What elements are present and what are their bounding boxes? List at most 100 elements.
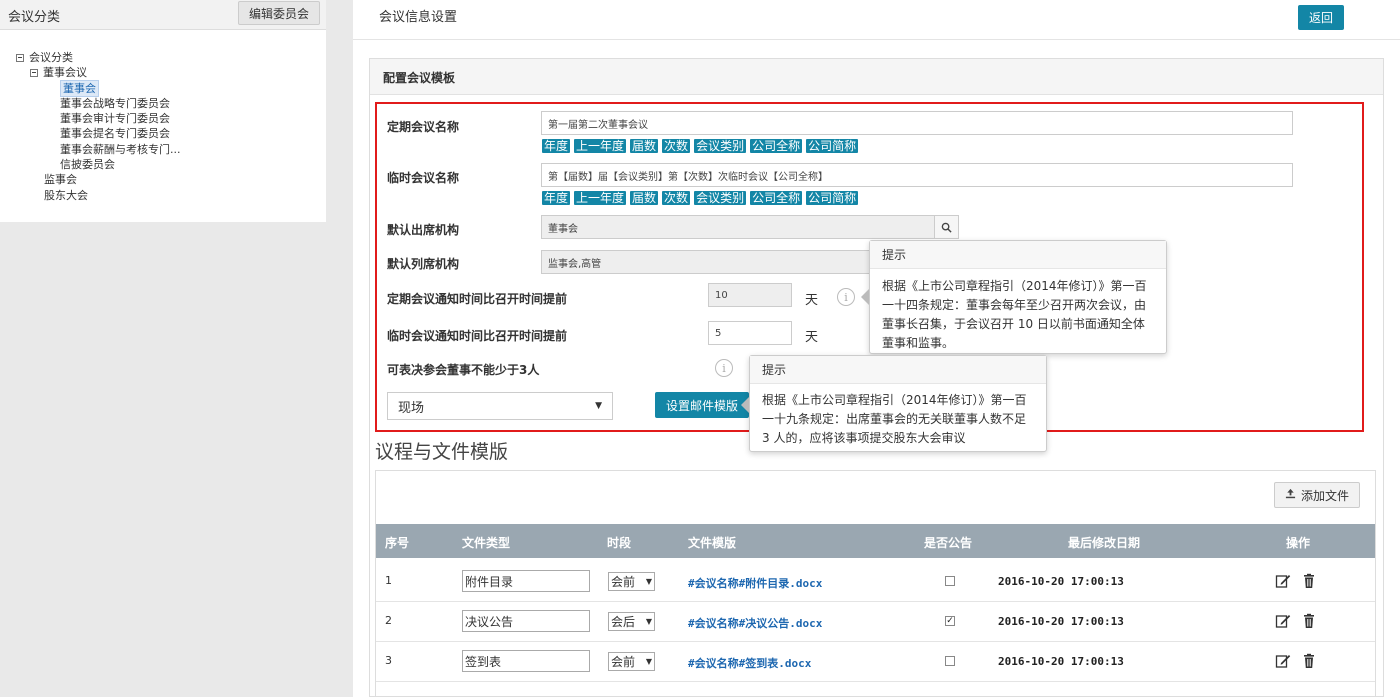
category-panel-title: 会议分类 [8,10,61,25]
tooltip-arrow [861,289,869,305]
edit-committee-button[interactable]: 编辑委员会 [238,1,320,25]
temp-name-input[interactable]: 第【届数】届【会议类别】第【次数】次临时会议【公司全称】 [541,163,1293,187]
tag-company-full[interactable]: 公司全称 [750,139,803,153]
day-unit: 天 [805,330,819,345]
default-observer-input[interactable]: 监事会,高管 [541,250,871,274]
tooltip-title: 提示 [750,356,1046,384]
tooltip-text: 根据《上市公司章程指引（2014年修订）》第一百一十九条规定：出席董事会的无关联… [762,393,1027,445]
tooltip-title: 提示 [870,241,1166,269]
col-no: 序号 [385,536,410,550]
tooltip-text: 根据《上市公司章程指引（2014年修订）》第一百一十四条规定：董事会每年至少召开… [882,279,1147,350]
category-panel: 会议分类 编辑委员会 会议分类 董事会议 董事会 董事会战略专门委员会 董事会审… [0,0,326,222]
tag-meeting-type[interactable]: 会议类别 [694,139,747,153]
announce-checkbox[interactable] [945,576,955,586]
temp-name-tags: 年度 上一年度 届数 次数 会议类别 公司全称 公司简称 [542,191,859,205]
edit-icon[interactable] [1275,613,1291,629]
tree-node-board[interactable]: 董事会议 [16,65,181,80]
category-panel-header: 会议分类 编辑委员会 [0,0,326,30]
file-type-input[interactable]: 附件目录 [462,570,590,592]
tag-year[interactable]: 年度 [542,139,571,153]
tooltip-arrow [741,397,749,413]
tag-company-full[interactable]: 公司全称 [750,191,803,205]
quorum-label: 可表决参会董事不能少于3人 [387,363,540,377]
day-unit: 天 [805,293,819,308]
caret-down-icon: ▼ [645,617,652,626]
tag-meeting-type[interactable]: 会议类别 [694,191,747,205]
announce-checkbox[interactable] [945,656,955,666]
tag-last-year[interactable]: 上一年度 [574,139,627,153]
tree-node-board-main[interactable]: 董事会 [16,79,181,97]
col-type: 文件类型 [462,536,511,550]
period-select[interactable]: 会前 ▼ [608,572,655,591]
announce-checkbox[interactable]: ✓ [945,616,955,626]
col-actions: 操作 [1286,536,1311,550]
table-row: 2 决议公告 会后 ▼ #会议名称#决议公告.docx ✓ 2016-10-20… [376,602,1375,642]
trash-icon[interactable] [1301,613,1317,629]
tree-node-nomination[interactable]: 董事会提名专门委员会 [16,126,181,141]
modified-date: 2016-10-20 17:00:13 [998,575,1124,588]
files-table-box: 添加文件 序号 文件类型 时段 文件模版 是否公告 最后修改日期 操作 1 附件… [375,470,1376,697]
tree-node-root[interactable]: 会议分类 [16,50,181,65]
file-type-input[interactable]: 签到表 [462,650,590,672]
tag-year[interactable]: 年度 [542,191,571,205]
template-link[interactable]: #会议名称#决议公告.docx [688,615,822,631]
template-link[interactable]: #会议名称#附件目录.docx [688,575,822,591]
edit-icon[interactable] [1275,573,1291,589]
temp-name-label: 临时会议名称 [387,171,460,185]
default-attend-label: 默认出席机构 [387,223,460,237]
regular-name-input[interactable]: 第一届第二次董事会议 [541,111,1293,135]
trash-icon[interactable] [1301,653,1317,669]
row-no: 1 [385,574,392,587]
search-icon[interactable] [935,215,959,239]
trash-icon[interactable] [1301,573,1317,589]
row-no: 2 [385,614,392,627]
collapse-icon[interactable] [30,68,38,77]
tag-session[interactable]: 届数 [630,139,659,153]
row-no: 3 [385,654,392,667]
edit-icon[interactable] [1275,653,1291,669]
caret-down-icon: ▼ [595,401,602,411]
temp-notice-input[interactable]: 5 [708,321,792,345]
period-select[interactable]: 会前 ▼ [608,652,655,671]
tree-node-disclosure[interactable]: 信披委员会 [16,157,181,172]
caret-down-icon: ▼ [645,657,652,666]
page-title: 会议信息设置 [379,10,458,25]
tree-node-shareholders[interactable]: 股东大会 [16,188,181,203]
modified-date: 2016-10-20 17:00:13 [998,655,1124,668]
category-tree: 会议分类 董事会议 董事会 董事会战略专门委员会 董事会审计专门委员会 董事会提… [16,50,181,203]
back-button[interactable]: 返回 [1298,5,1344,30]
tag-count[interactable]: 次数 [662,139,691,153]
table-row: 1 附件目录 会前 ▼ #会议名称#附件目录.docx 2016-10-20 1… [376,562,1375,602]
location-select[interactable]: 现场 ▼ [387,392,613,420]
tag-count[interactable]: 次数 [662,191,691,205]
mail-template-button[interactable]: 设置邮件模版 [655,392,749,418]
tree-node-strategy[interactable]: 董事会战略专门委员会 [16,96,181,111]
regular-notice-input[interactable]: 10 [708,283,792,307]
file-type-input[interactable]: 决议公告 [462,610,590,632]
tag-session[interactable]: 届数 [630,191,659,205]
tree-node-audit[interactable]: 董事会审计专门委员会 [16,111,181,126]
col-announce: 是否公告 [924,536,973,550]
tag-company-short[interactable]: 公司简称 [806,191,859,205]
tag-company-short[interactable]: 公司简称 [806,139,859,153]
template-card-header: 配置会议模板 [370,59,1383,95]
tree-node-compensation[interactable]: 董事会薪酬与考核专门... [16,142,181,157]
col-modified: 最后修改日期 [1068,536,1141,550]
info-icon[interactable]: i [837,288,855,306]
info-icon[interactable]: i [715,359,733,377]
tooltip-quorum: 提示 根据《上市公司章程指引（2014年修订）》第一百一十九条规定：出席董事会的… [749,355,1047,452]
add-file-button[interactable]: 添加文件 [1274,482,1360,508]
collapse-icon[interactable] [16,53,24,62]
col-template: 文件模版 [688,536,737,550]
tag-last-year[interactable]: 上一年度 [574,191,627,205]
upload-icon [1285,488,1296,502]
regular-notice-label: 定期会议通知时间比召开时间提前 [387,292,568,306]
period-select[interactable]: 会后 ▼ [608,612,655,631]
regular-name-label: 定期会议名称 [387,120,460,134]
modified-date: 2016-10-20 17:00:13 [998,615,1124,628]
default-attend-input[interactable]: 董事会 [541,215,935,239]
temp-notice-label: 临时会议通知时间比召开时间提前 [387,329,568,343]
template-link[interactable]: #会议名称#签到表.docx [688,655,811,671]
tree-node-supervisors[interactable]: 监事会 [16,172,181,187]
col-period: 时段 [607,536,632,550]
